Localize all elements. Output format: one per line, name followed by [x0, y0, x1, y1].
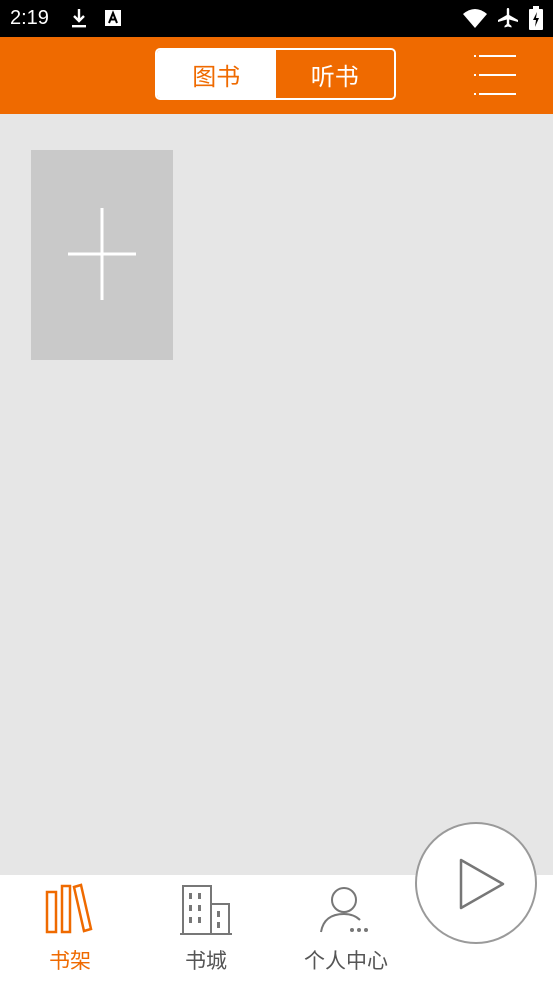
- play-icon: [459, 858, 505, 910]
- nav-label-bookshelf: 书架: [49, 949, 91, 973]
- nav-item-profile[interactable]: 个人中心: [296, 875, 396, 983]
- airplane-icon: [498, 8, 518, 28]
- battery-charging-icon: [529, 6, 543, 30]
- tab-audiobooks[interactable]: 听书: [275, 50, 394, 98]
- status-bar: 2:19: [0, 0, 553, 37]
- building-icon: [180, 885, 232, 935]
- tab-audiobooks-label: 听书: [310, 62, 359, 91]
- wifi-icon: [463, 9, 487, 28]
- tab-books-label: 图书: [192, 62, 241, 91]
- nav-label-bookstore: 书城: [185, 949, 227, 973]
- content-type-switcher: 图书 听书: [155, 48, 396, 100]
- nav-item-bookstore[interactable]: 书城: [166, 875, 246, 983]
- menu-button[interactable]: [470, 53, 520, 99]
- play-button[interactable]: [415, 822, 537, 944]
- bookshelf-area: [0, 114, 553, 875]
- top-bar: 图书 听书: [0, 37, 553, 114]
- tab-books[interactable]: 图书: [157, 50, 276, 98]
- plus-icon: [68, 208, 136, 300]
- user-icon: [320, 887, 368, 933]
- status-time: 2:19: [10, 7, 49, 29]
- add-book-button[interactable]: [31, 150, 173, 360]
- menu-icon: [474, 55, 516, 95]
- nav-item-bookshelf[interactable]: 书架: [30, 875, 110, 983]
- nav-label-profile: 个人中心: [304, 949, 388, 973]
- bookshelf-icon: [45, 883, 93, 934]
- keyboard-a-icon: [105, 10, 121, 26]
- download-icon: [72, 9, 86, 28]
